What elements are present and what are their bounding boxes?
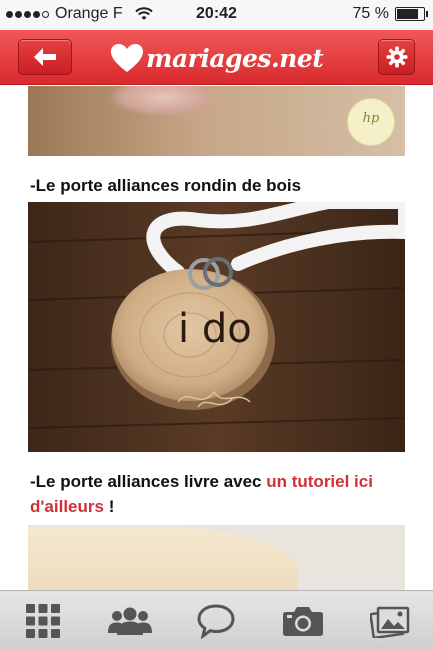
- community-icon: [107, 607, 152, 635]
- app-logo: mariages.net: [110, 38, 324, 78]
- heart-logo-icon: [111, 44, 143, 72]
- tab-messages[interactable]: [173, 591, 260, 650]
- grid-icon: [26, 603, 61, 638]
- caption-ring-holder-book: -Le porte alliances livre avec un tutori…: [30, 472, 373, 516]
- battery-icon: [395, 7, 428, 21]
- book-ring-holder: [28, 527, 298, 590]
- battery-area: 75 %: [352, 5, 428, 23]
- status-bar: Orange F 20:42 75 %: [0, 0, 433, 30]
- tab-photos[interactable]: [346, 591, 433, 650]
- gear-icon: [386, 46, 407, 68]
- photos-icon: [369, 606, 409, 638]
- watermark-badge: hp ​: [347, 98, 395, 146]
- logo-text: mariages.net: [146, 43, 324, 73]
- battery-level: [397, 9, 418, 19]
- chat-bubble-icon: [197, 603, 235, 639]
- nav-bar: mariages.net: [0, 30, 433, 85]
- article-photo-book[interactable]: [28, 525, 405, 590]
- arrow-left-icon: [34, 48, 56, 66]
- tab-home[interactable]: [0, 591, 87, 650]
- article-photo-flowers[interactable]: hp ​: [28, 86, 405, 156]
- camera-icon: [283, 606, 324, 636]
- caption-ring-holder-log: -Le porte alliances rondin de bois: [30, 176, 302, 195]
- ring-holder-illustration: i do: [28, 202, 405, 452]
- ring-holder-engraving: i do: [178, 306, 252, 352]
- article-content: hp ​ -Le porte alliances rondin de bois: [0, 86, 433, 590]
- tab-bar: [0, 590, 433, 650]
- battery-percent: 75 %: [352, 5, 389, 22]
- tab-camera[interactable]: [260, 591, 347, 650]
- tab-community[interactable]: [87, 591, 174, 650]
- rose-decoration: [110, 86, 220, 116]
- article-photo-ring-holder[interactable]: i do: [28, 202, 405, 452]
- settings-button[interactable]: [378, 39, 415, 75]
- back-button[interactable]: [18, 39, 72, 75]
